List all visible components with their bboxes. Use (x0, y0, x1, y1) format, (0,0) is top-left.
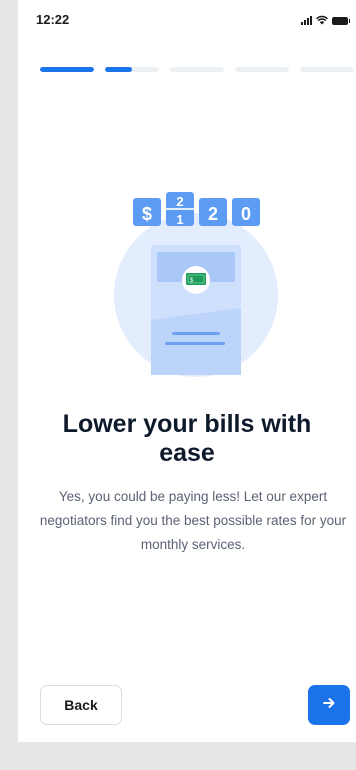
counter-flip-top: 2 (176, 194, 183, 209)
progress-step-1 (40, 67, 94, 72)
progress-step-3 (170, 67, 224, 72)
bill-line-2 (165, 342, 225, 345)
back-button[interactable]: Back (40, 685, 122, 725)
counter-digit-3: 2 (208, 204, 218, 224)
progress-step-fill (40, 67, 94, 72)
status-icons (301, 13, 350, 25)
progress-step-2 (105, 67, 159, 72)
signal-icon (301, 15, 312, 25)
counter-digit-4: 0 (241, 204, 251, 224)
wifi-icon (316, 15, 328, 25)
page-description: Yes, you could be paying less! Let our e… (39, 489, 347, 552)
onboarding-screen: 12:22 $ $ 2 1 2 0 Lower your bills with … (18, 0, 356, 742)
bill-illustration: $ $ 2 1 2 0 (18, 190, 356, 390)
arrow-right-icon (322, 696, 336, 715)
counter-digit-2: 1 (176, 212, 183, 227)
status-time: 12:22 (36, 12, 70, 27)
progress-steps (40, 67, 354, 72)
counter-digit-1: $ (142, 204, 152, 224)
battery-icon (332, 17, 350, 25)
bill-line-1 (172, 332, 220, 335)
page-title: Lower your bills with ease (62, 410, 312, 467)
progress-step-4 (235, 67, 289, 72)
progress-step-5 (300, 67, 354, 72)
progress-step-fill (105, 67, 132, 72)
next-button[interactable] (308, 685, 350, 725)
